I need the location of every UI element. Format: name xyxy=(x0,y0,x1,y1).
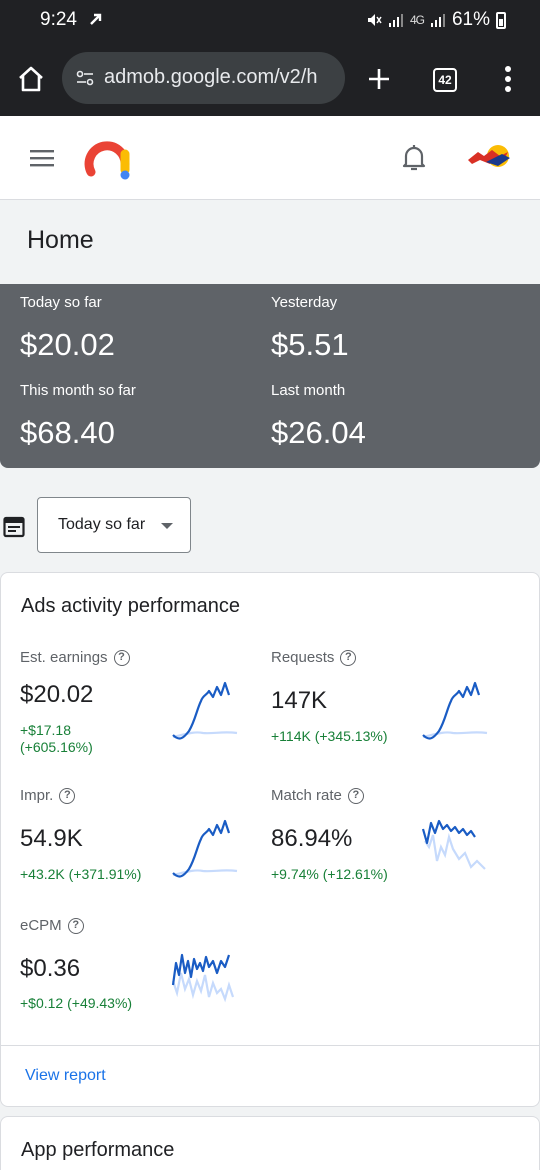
account-avatar[interactable] xyxy=(466,142,512,174)
earnings-last-month[interactable]: Last month $26.04 xyxy=(271,382,366,451)
metric-value: $0.36 xyxy=(20,955,81,982)
metric-label: Match rate xyxy=(271,787,342,804)
metric-change: +$17.18 (+605.16%) xyxy=(20,722,93,755)
date-range-value: Today so far xyxy=(58,516,146,533)
sparkline-current-series xyxy=(172,681,231,740)
help-icon[interactable]: ? xyxy=(347,787,364,804)
new-tab-icon[interactable] xyxy=(364,64,394,94)
help-icon[interactable]: ? xyxy=(67,917,84,934)
metric-label: Impr. xyxy=(20,787,54,804)
calendar-icon xyxy=(3,516,25,538)
url-text[interactable]: admob.google.com/v2/h xyxy=(104,66,336,89)
card-title: App performance xyxy=(21,1139,175,1161)
status-bar: 9:24 4G 61% xyxy=(0,0,540,42)
metric-ecpm[interactable]: eCPM? xyxy=(20,917,260,934)
divider xyxy=(1,1045,539,1046)
browser-toolbar: admob.google.com/v2/h 42 xyxy=(0,42,540,116)
help-icon[interactable]: ? xyxy=(340,649,357,666)
metric-impressions[interactable]: Impr.? xyxy=(20,787,260,804)
admob-logo[interactable] xyxy=(84,134,132,182)
card-title: Ads activity performance xyxy=(21,595,240,617)
metric-label: Requests xyxy=(271,649,335,666)
home-icon[interactable] xyxy=(16,64,46,94)
metric-change: +114K (+345.13%) xyxy=(271,728,388,744)
sparkline-current-series xyxy=(172,819,231,878)
battery-icon xyxy=(496,11,506,29)
sparkline-previous-series xyxy=(424,832,486,870)
metric-match-rate[interactable]: Match rate? xyxy=(271,787,511,804)
earnings-summary: Today so far $20.02 Yesterday $5.51 This… xyxy=(0,284,540,468)
metric-requests[interactable]: Requests? xyxy=(271,649,511,666)
network-type: 4G xyxy=(409,13,425,27)
chevron-down-icon xyxy=(161,523,173,529)
metric-value: 86.94% xyxy=(271,825,353,852)
help-icon[interactable]: ? xyxy=(113,649,130,666)
sparkline-est-earnings xyxy=(172,681,238,740)
earnings-label: This month so far xyxy=(20,382,136,399)
sparkline-current-series xyxy=(422,681,481,740)
signal-icon-2 xyxy=(430,14,445,27)
menu-icon[interactable] xyxy=(30,148,54,168)
metric-value: 54.9K xyxy=(20,825,83,852)
earnings-label: Last month xyxy=(271,382,346,399)
metric-value: $20.02 xyxy=(20,681,94,708)
earnings-today[interactable]: Today so far $20.02 xyxy=(20,294,115,363)
earnings-value: $20.02 xyxy=(20,327,115,362)
earnings-value: $26.04 xyxy=(271,415,366,450)
battery-percent: 61% xyxy=(451,9,490,30)
mute-icon xyxy=(367,14,382,26)
status-indicators: 4G 61% xyxy=(366,9,506,31)
sparkline-ecpm xyxy=(171,953,235,1003)
metric-est-earnings[interactable]: Est. earnings? xyxy=(20,649,260,666)
ads-activity-card: Ads activity performance Est. earnings? … xyxy=(0,572,540,1107)
metric-label: eCPM xyxy=(20,917,62,934)
app-header xyxy=(0,116,540,200)
signal-icon xyxy=(388,14,403,27)
sparkline-previous-series xyxy=(171,972,235,1003)
earnings-label: Today so far xyxy=(20,294,102,311)
date-range-dropdown[interactable]: Today so far xyxy=(37,497,191,553)
sparkline-match-rate xyxy=(421,819,486,870)
sparkline-requests xyxy=(422,681,488,740)
earnings-value: $68.40 xyxy=(20,415,115,450)
notification-icon xyxy=(90,13,102,25)
earnings-value: $5.51 xyxy=(271,327,349,362)
overflow-menu-icon[interactable] xyxy=(500,64,516,94)
metric-value: 147K xyxy=(271,687,328,714)
tab-switcher-button[interactable]: 42 xyxy=(433,68,457,92)
metric-label: Est. earnings xyxy=(20,649,108,666)
earnings-label: Yesterday xyxy=(271,294,338,311)
view-report-link[interactable]: View report xyxy=(25,1067,106,1085)
metric-change: +9.74% (+12.61%) xyxy=(271,866,388,882)
app-performance-card: App performance xyxy=(0,1116,540,1170)
page-title: Home xyxy=(27,226,94,254)
earnings-this-month[interactable]: This month so far $68.40 xyxy=(20,382,136,451)
help-icon[interactable]: ? xyxy=(59,787,76,804)
sparkline-impressions xyxy=(172,819,238,878)
sparkline-current-series xyxy=(171,953,231,986)
metric-change: +$0.12 (+49.43%) xyxy=(20,995,133,1011)
earnings-yesterday[interactable]: Yesterday $5.51 xyxy=(271,294,349,363)
status-time: 9:24 xyxy=(40,9,77,30)
metric-change: +43.2K (+371.91%) xyxy=(20,866,142,882)
notifications-icon[interactable] xyxy=(400,142,428,172)
address-bar[interactable]: admob.google.com/v2/h xyxy=(62,52,345,104)
site-settings-icon[interactable] xyxy=(76,69,94,87)
